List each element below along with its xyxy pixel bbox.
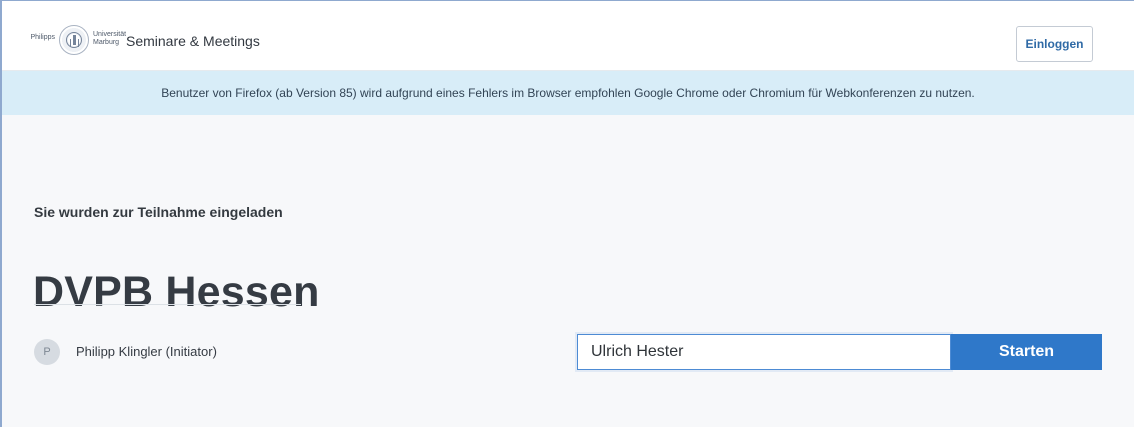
top-navigation-bar: Philipps Universität Marburg Seminare & … [2,1,1134,71]
room-title: DVPB Hessen [33,267,320,316]
university-seal-icon [59,25,89,55]
browser-notice-text: Benutzer von Firefox (ab Version 85) wir… [161,86,975,100]
login-button[interactable]: Einloggen [1016,26,1093,62]
room-divider [34,304,301,305]
browser-notice-banner: Benutzer von Firefox (ab Version 85) wir… [2,71,1134,115]
site-title-link[interactable]: Seminare & Meetings [126,31,260,51]
logo-left-word: Philipps [30,34,55,41]
logo-right-word: Universität Marburg [93,31,127,46]
invitation-label: Sie wurden zur Teilnahme eingeladen [34,204,283,220]
owner-avatar: P [34,339,60,365]
start-button[interactable]: Starten [951,334,1102,370]
owner-name: Philipp Klingler (Initiator) [76,344,217,359]
participant-name-input[interactable] [577,334,951,370]
room-owner: P Philipp Klingler (Initiator) [34,339,217,365]
page-frame: Philipps Universität Marburg Seminare & … [0,0,1134,427]
university-logo[interactable]: Philipps Universität Marburg [30,25,127,55]
